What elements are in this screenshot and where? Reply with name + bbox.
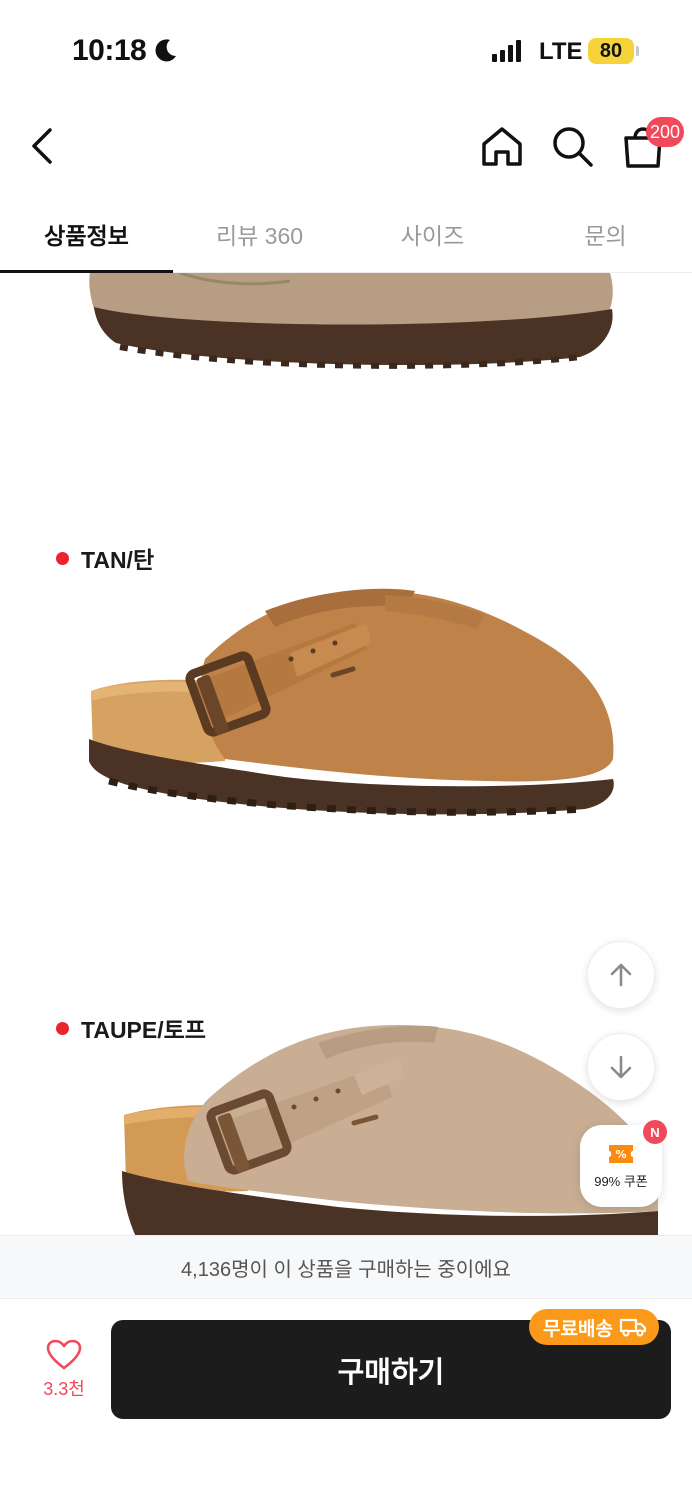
arrow-up-icon [610, 963, 632, 987]
free-shipping-label: 무료배송 [543, 1318, 613, 1340]
chevron-left-icon [32, 128, 52, 164]
battery-icon: 80 [588, 38, 634, 64]
network-label: LTE [539, 38, 583, 65]
tab-inquiry[interactable]: 문의 [519, 195, 692, 273]
status-time: 10:18 [72, 34, 147, 67]
tab-product-info[interactable]: 상품정보 [0, 195, 173, 274]
color-name: TAN/탄 [81, 547, 155, 573]
battery-level: 80 [599, 39, 623, 62]
arrow-down-icon [610, 1055, 632, 1079]
product-image-tan [89, 588, 614, 816]
top-nav [0, 100, 692, 195]
color-bullet [56, 551, 69, 565]
moon-icon [155, 39, 176, 62]
search-icon [553, 127, 593, 167]
battery-tip [636, 46, 639, 56]
scroll-down-button[interactable] [587, 1033, 655, 1101]
product-image-taupe [122, 1025, 658, 1235]
home-button[interactable] [478, 122, 526, 170]
color-label-tan: TAN/탄 [56, 541, 154, 575]
search-button[interactable] [548, 122, 596, 170]
truck-icon [619, 1318, 647, 1337]
signal-icon [492, 40, 521, 62]
like-count: 3.3천 [43, 1379, 85, 1399]
product-tabs: 상품정보 리뷰 360 사이즈 문의 [0, 195, 692, 274]
tab-size[interactable]: 사이즈 [346, 195, 519, 273]
tab-reviews[interactable]: 리뷰 360 [173, 195, 346, 273]
like-button[interactable]: 3.3천 [28, 1339, 100, 1419]
buyers-notice: 4,136명이 이 상품을 구매하는 중이에요 [0, 1235, 692, 1299]
cart-count-badge: 200 [646, 117, 685, 147]
product-image-top [89, 273, 613, 369]
product-detail-content[interactable]: TAN/탄 TAUPE/토프 [0, 273, 692, 1235]
free-shipping-badge: 무료배송 [529, 1309, 659, 1345]
heart-icon [46, 1339, 82, 1370]
svg-text:%: % [615, 1148, 626, 1161]
home-icon [482, 127, 522, 166]
scroll-up-button[interactable] [587, 941, 655, 1009]
new-badge: N [643, 1120, 667, 1144]
back-button[interactable] [18, 120, 66, 172]
bottom-action-bar: 3.3천 구매하기 무료배송 [0, 1299, 692, 1500]
status-bar: 10:18 LTE 80 [0, 0, 692, 100]
color-bullet [56, 1021, 69, 1035]
coupon-icon: % [609, 1144, 633, 1163]
coupon-label: 99% 쿠폰 [594, 1173, 648, 1189]
